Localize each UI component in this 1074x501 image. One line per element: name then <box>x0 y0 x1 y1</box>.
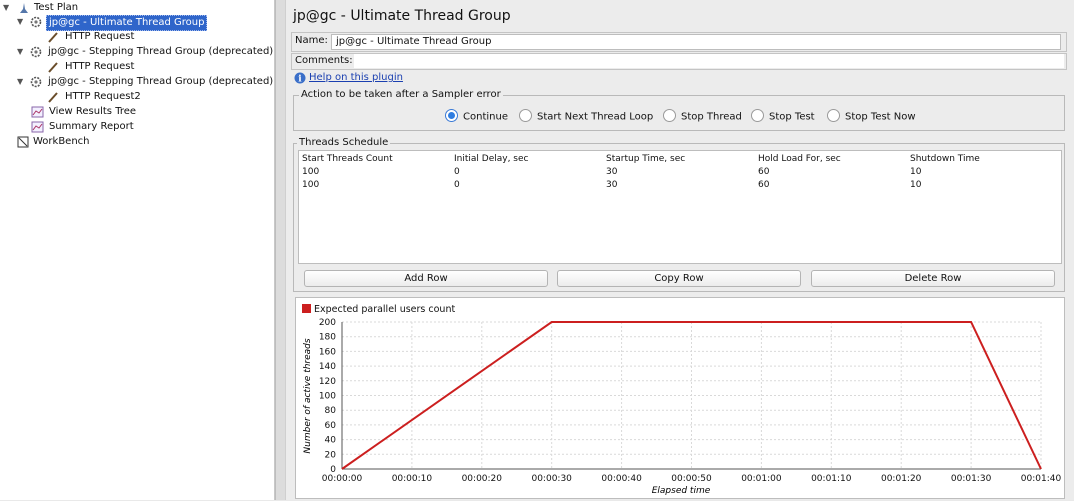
x-tick-label: 00:00:20 <box>462 474 503 484</box>
y-tick-label: 60 <box>325 421 337 431</box>
table-cell[interactable]: 30 <box>606 180 617 190</box>
legend-label: Expected parallel users count <box>314 304 455 315</box>
workbench-icon <box>17 136 29 148</box>
x-tick-label: 00:00:00 <box>322 474 363 484</box>
y-tick-label: 120 <box>319 377 336 387</box>
table-cell[interactable]: 100 <box>302 167 319 177</box>
legend-swatch <box>302 304 311 313</box>
add-row-button[interactable]: Add Row <box>304 270 548 287</box>
name-label: Name: <box>295 35 328 46</box>
line-chart-svg: 020406080100120140160180200 00:00:00 00:0… <box>302 304 1062 496</box>
y-tick-label: 20 <box>325 450 337 460</box>
comments-row: Comments: <box>291 53 1067 70</box>
x-tick-label: 00:00:30 <box>531 474 572 484</box>
listener-chart-icon <box>31 106 44 118</box>
table-cell[interactable]: 100 <box>302 180 319 190</box>
table-cell[interactable]: 10 <box>910 167 921 177</box>
test-plan-icon <box>20 3 28 13</box>
radio-stop-thread[interactable]: Stop Thread <box>663 109 742 124</box>
sampler-pipette-icon <box>48 62 58 73</box>
comments-label: Comments: <box>295 55 353 66</box>
x-tick-label: 00:01:00 <box>741 474 782 484</box>
radio-stop-test[interactable]: Stop Test <box>751 109 815 124</box>
y-tick-label: 40 <box>325 436 337 446</box>
y-tick-label: 100 <box>319 392 336 402</box>
comments-input[interactable] <box>354 54 1064 68</box>
sampler-error-group: Action to be taken after a Sampler error… <box>293 89 1065 131</box>
delete-row-button[interactable]: Delete Row <box>811 270 1055 287</box>
page-title: jp@gc - Ultimate Thread Group <box>293 8 511 24</box>
radio-selected-icon <box>445 109 458 122</box>
y-tick-label: 80 <box>325 406 337 416</box>
sampler-pipette-icon <box>48 92 58 103</box>
expand-toggle-icon[interactable]: ▼ <box>17 75 25 89</box>
x-tick-label: 00:00:10 <box>392 474 433 484</box>
y-axis-label: Number of active threads <box>303 338 313 453</box>
name-input[interactable]: jp@gc - Ultimate Thread Group <box>331 34 1061 50</box>
split-pane-divider[interactable] <box>275 0 286 500</box>
y-tick-label: 140 <box>319 362 336 372</box>
column-header[interactable]: Hold Load For, sec <box>758 154 841 164</box>
column-header[interactable]: Start Threads Count <box>302 154 393 164</box>
table-cell[interactable]: 30 <box>606 167 617 177</box>
help-link-label[interactable]: Help on this plugin <box>309 71 403 85</box>
table-cell[interactable]: 60 <box>758 167 769 177</box>
info-icon: i <box>294 72 306 84</box>
table-cell[interactable]: 60 <box>758 180 769 190</box>
radio-unselected-icon <box>751 109 764 122</box>
radio-unselected-icon <box>663 109 676 122</box>
x-tick-label: 00:00:40 <box>601 474 642 484</box>
thread-group-gear-icon <box>30 16 42 28</box>
radio-continue[interactable]: Continue <box>445 109 508 124</box>
x-axis-label: Elapsed time <box>652 486 711 496</box>
thread-group-config-panel: jp@gc - Ultimate Thread Group Name: jp@g… <box>286 0 1074 500</box>
column-header[interactable]: Startup Time, sec <box>606 154 685 164</box>
x-tick-label: 00:01:40 <box>1021 474 1062 484</box>
thread-group-gear-icon <box>30 76 42 88</box>
radio-start-next-thread-loop[interactable]: Start Next Thread Loop <box>519 109 653 124</box>
sampler-pipette-icon <box>48 32 58 43</box>
table-cell[interactable]: 0 <box>454 167 460 177</box>
column-header[interactable]: Initial Delay, sec <box>454 154 528 164</box>
x-tick-label: 00:00:50 <box>671 474 712 484</box>
listener-chart-icon <box>31 121 44 133</box>
x-tick-label: 00:01:10 <box>811 474 852 484</box>
sampler-error-legend: Action to be taken after a Sampler error <box>299 89 503 100</box>
y-tick-label: 160 <box>319 347 336 357</box>
expected-users-chart: 0 20 40 60 80 100 120 140 160 180 200 00:00:00 00:0… <box>295 297 1065 499</box>
threads-schedule-table[interactable]: Start Threads Count Initial Delay, sec S… <box>298 150 1062 264</box>
table-cell[interactable]: 0 <box>454 180 460 190</box>
radio-stop-test-now[interactable]: Stop Test Now <box>827 109 916 124</box>
copy-row-button[interactable]: Copy Row <box>557 270 801 287</box>
x-tick-label: 00:01:20 <box>881 474 922 484</box>
expand-toggle-icon[interactable]: ▼ <box>3 1 11 15</box>
radio-unselected-icon <box>827 109 840 122</box>
threads-schedule-legend: Threads Schedule <box>297 137 391 148</box>
expand-toggle-icon[interactable]: ▼ <box>17 45 25 59</box>
y-tick-label: 200 <box>319 318 336 328</box>
sampler-error-options: Continue Start Next Thread Loop Stop Thr… <box>445 109 1065 124</box>
threads-schedule-group: Threads Schedule Start Threads Count Ini… <box>293 137 1065 292</box>
expand-toggle-icon[interactable]: ▼ <box>17 15 25 29</box>
svg-text:i: i <box>298 75 302 85</box>
test-plan-tree[interactable]: ▼ Test Plan ▼ jp@gc - Ultimate Thread Gr… <box>0 0 275 500</box>
radio-unselected-icon <box>519 109 532 122</box>
y-tick-label: 180 <box>319 333 336 343</box>
name-row: Name: jp@gc - Ultimate Thread Group <box>291 32 1067 52</box>
x-tick-label: 00:01:30 <box>951 474 992 484</box>
thread-group-gear-icon <box>30 46 42 58</box>
table-cell[interactable]: 10 <box>910 180 921 190</box>
column-header[interactable]: Shutdown Time <box>910 154 980 164</box>
